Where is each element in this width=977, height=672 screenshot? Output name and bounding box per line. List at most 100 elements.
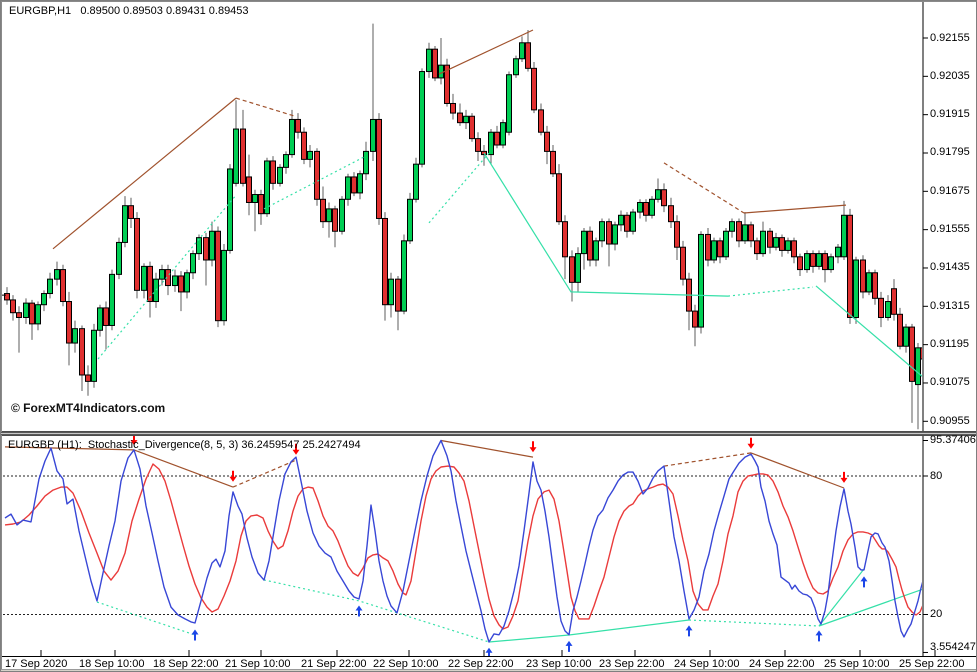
watermark-text: © ForexMT4Indicators.com (11, 401, 166, 415)
candle-body (538, 109, 544, 133)
candle-body (742, 224, 748, 242)
candle-body (692, 310, 698, 328)
indicator-axis-label: 20 (930, 608, 943, 620)
candle-body (66, 301, 72, 344)
candle-body (438, 64, 444, 79)
buy-signal-arrow (565, 640, 573, 652)
candle-body (544, 131, 550, 152)
candle-body (320, 198, 326, 223)
candle-body (23, 302, 29, 318)
price-axis-label: 0.91675 (930, 184, 970, 197)
candle-body (587, 230, 593, 261)
candle-body (519, 42, 525, 60)
candle-body (729, 221, 735, 232)
panel-divider[interactable] (1, 432, 976, 435)
price-axis-label: 0.91915 (930, 108, 970, 121)
candle-body (339, 198, 345, 232)
candle-body (351, 176, 357, 194)
candle-body (301, 131, 307, 160)
candle-body (860, 259, 866, 293)
candle-body (531, 67, 537, 111)
candle-body (711, 240, 717, 261)
candle-body (190, 253, 196, 274)
candle-body (562, 221, 568, 258)
divergence-line-brown-dash (663, 162, 745, 214)
candle-body (41, 293, 47, 306)
candle-body (593, 240, 599, 261)
candle-body (97, 307, 103, 331)
candle-body (828, 256, 834, 271)
buy-signal-arrow (815, 630, 823, 642)
candle-body (872, 272, 878, 299)
candle-body (723, 230, 729, 258)
candle-body (791, 240, 797, 258)
indicator-axis-label: 95.374062 (930, 434, 977, 446)
candle-body (141, 265, 147, 291)
candle-body (295, 118, 301, 133)
candle-body (575, 253, 581, 283)
candle-body (395, 278, 401, 312)
candle-body (847, 214, 853, 318)
price-axis-label: 0.92155 (930, 31, 970, 44)
candle-body (233, 128, 239, 184)
candle-body (785, 240, 791, 251)
candle-body (525, 42, 531, 69)
sell-signal-arrow (747, 437, 755, 449)
candle-body (624, 214, 630, 232)
stochastic-main-line (4, 439, 922, 643)
divergence-line-teal-dash (688, 619, 820, 627)
candle-body (270, 160, 276, 184)
candle-body (401, 240, 407, 312)
candle-body (841, 214, 847, 258)
candle-body (779, 237, 785, 251)
candle-body (35, 304, 41, 325)
candle-body (79, 328, 85, 376)
symbol-ohlc-header: EURGBP,H1 0.89500 0.89503 0.89431 0.8945… (9, 5, 249, 17)
candle-body (363, 150, 369, 175)
candle-body (419, 71, 425, 165)
candle-body (314, 150, 320, 200)
price-axis-label: 0.90955 (930, 414, 970, 427)
mt4-chart-window: EURGBP,H1 0.89500 0.89503 0.89431 0.8945… (0, 0, 977, 672)
divergence-line-brown-solid (750, 452, 845, 489)
candle-body (134, 217, 140, 291)
candle-body (618, 214, 624, 226)
candle-body (4, 293, 10, 301)
candle-body (903, 326, 909, 347)
candle-body (240, 128, 246, 184)
candle-body (172, 275, 178, 287)
candle-body (767, 230, 773, 248)
candle-body (85, 374, 91, 382)
price-axis-label: 0.91795 (930, 146, 970, 159)
divergence-line-teal-solid (818, 588, 922, 627)
candle-body (736, 221, 742, 242)
candle-body (54, 269, 60, 280)
buy-signal-arrow (685, 625, 693, 637)
candle-body (91, 329, 97, 382)
candle-body (513, 58, 519, 76)
candle-body (915, 347, 921, 386)
candle-body (630, 211, 636, 232)
candle-body (816, 253, 822, 267)
candle-body (47, 278, 53, 295)
candle-body (488, 131, 494, 156)
candle-body (72, 328, 78, 344)
candle-body (680, 246, 686, 280)
candle-body (128, 205, 134, 219)
candle-body (637, 201, 643, 213)
candle-body (556, 173, 562, 223)
candle-body (878, 297, 884, 318)
candle-body (203, 237, 209, 261)
candle-body (159, 269, 165, 280)
divergence-line-brown-solid (743, 204, 847, 214)
divergence-line-brown-solid (440, 439, 534, 458)
candle-body (376, 118, 382, 219)
candle-body (283, 154, 289, 168)
divergence-line-teal-dash (263, 579, 490, 643)
candle-body (463, 115, 469, 124)
candle-body (122, 205, 128, 243)
candle-body (184, 272, 190, 293)
candle-body (705, 233, 711, 261)
candle-body (153, 278, 159, 303)
chart-canvas[interactable] (1, 1, 977, 672)
